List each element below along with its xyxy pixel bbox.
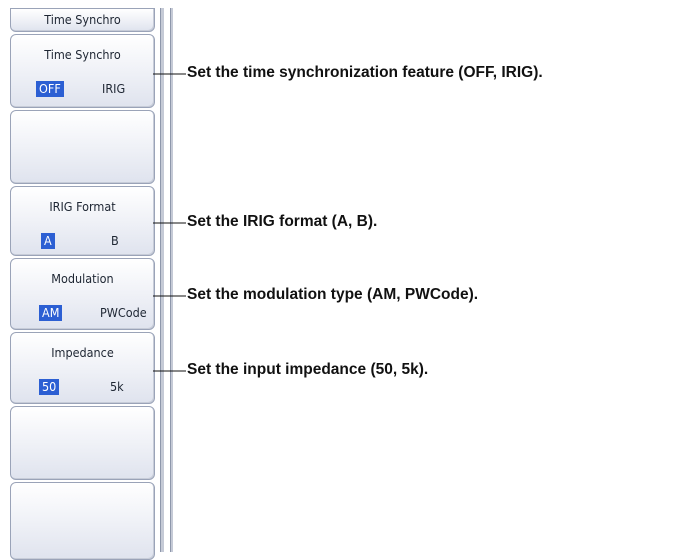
time-synchro-softkey[interactable]: Time Synchro OFF IRIG xyxy=(10,34,155,108)
callout-modulation: Set the modulation type (AM, PWCode). xyxy=(187,286,479,303)
irig-format-softkey[interactable]: IRIG Format A B xyxy=(10,186,155,256)
softkey-panel: Time Synchro Time Synchro OFF IRIG IRIG … xyxy=(0,0,180,560)
softkey-title: Modulation xyxy=(51,271,114,286)
callout-irig-format: Set the IRIG format (A, B). xyxy=(187,213,378,230)
option-off[interactable]: OFF xyxy=(36,81,64,97)
callout-impedance: Set the input impedance (50, 5k). xyxy=(187,361,429,378)
softkey-title: IRIG Format xyxy=(49,199,116,214)
blank-softkey[interactable] xyxy=(10,406,155,480)
blank-softkey[interactable] xyxy=(10,110,155,184)
modulation-softkey[interactable]: Modulation AM PWCode xyxy=(10,258,155,330)
option-50[interactable]: 50 xyxy=(39,379,60,395)
impedance-softkey[interactable]: Impedance 50 5k xyxy=(10,332,155,404)
softkey-title: Impedance xyxy=(51,345,114,360)
option-5k[interactable]: 5k xyxy=(107,379,127,395)
option-am[interactable]: AM xyxy=(39,305,63,321)
callout-time-synchro: Set the time synchronization feature (OF… xyxy=(187,64,543,81)
menu-header: Time Synchro xyxy=(10,8,155,32)
option-b[interactable]: B xyxy=(108,233,122,249)
panel-rail-outer xyxy=(170,8,173,552)
softkey-title: Time Synchro xyxy=(44,47,121,62)
option-pwcode[interactable]: PWCode xyxy=(97,305,150,321)
option-a[interactable]: A xyxy=(41,233,55,249)
panel-rail xyxy=(160,8,164,552)
blank-softkey[interactable] xyxy=(10,482,155,560)
option-irig[interactable]: IRIG xyxy=(99,81,128,97)
